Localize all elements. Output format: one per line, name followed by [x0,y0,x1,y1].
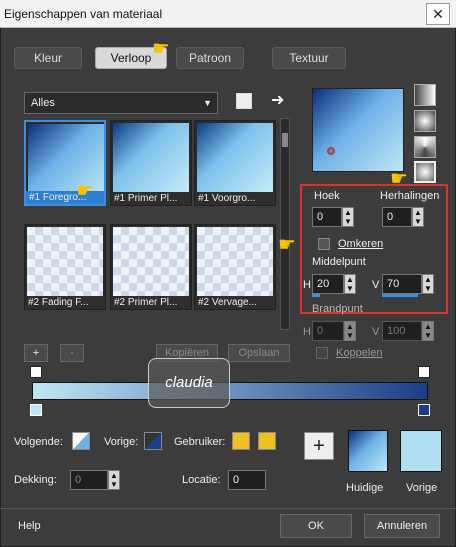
watermark: claudia [148,358,230,408]
koppelen-checkbox[interactable] [316,347,328,359]
hoek-input[interactable]: 0 [312,207,342,227]
brandpunt-label: Brandpunt [312,303,363,315]
h-label: H [303,279,311,291]
list-view-icon[interactable] [236,93,252,109]
gradient-thumb[interactable]: #2 Fading F... [24,224,106,310]
ok-button[interactable]: OK [280,514,352,538]
herhalingen-input[interactable]: 0 [382,207,412,227]
herhalingen-label: Herhalingen [380,190,440,202]
bv-label: V [372,326,380,338]
v-label: V [372,279,380,291]
gradient-preview[interactable] [312,88,404,172]
dekking-spinner[interactable]: ▲ ▼ [108,470,120,490]
vorige-label: Vorige: [104,436,139,448]
top-stop-marker-left[interactable] [30,366,42,378]
gradient-thumb[interactable]: #2 Primer Pl... [110,224,192,310]
middelpunt-h-spinner[interactable]: ▲ ▼ [344,274,356,294]
sunburst-style-button[interactable] [414,136,436,158]
locatie-input[interactable]: 0 [228,470,266,490]
vorige-preview [400,430,442,472]
hoek-spinner[interactable]: ▲ ▼ [342,207,354,227]
scrollbar-thumb[interactable] [282,133,288,147]
koppelen-label: Koppelen [336,347,383,359]
gradient-library: #1 Foregro... #1 Primer Pl... #1 Voorgro… [24,118,280,332]
huidige-label: Huidige [346,482,384,494]
gradient-thumb[interactable]: #1 Primer Pl... [110,120,192,206]
tab-kleur[interactable]: Kleur [14,47,82,69]
pointer-hand-icon: ☛ [152,38,170,60]
hoek-label: Hoek [314,190,340,202]
window-title: Eigenschappen van materiaal [4,7,163,21]
volgende-label: Volgende: [14,436,63,448]
title-bar: Eigenschappen van materiaal ✕ [0,0,456,28]
help-link[interactable]: Help [18,520,41,532]
herhalingen-spinner[interactable]: ▲ ▼ [412,207,424,227]
brandpunt-h-input[interactable]: 0 [312,321,344,341]
arrow-right-icon[interactable]: ➜ [271,90,284,110]
huidige-preview [348,430,388,472]
bottom-stop-marker-left[interactable] [30,404,42,416]
pointer-hand-icon: ☛ [278,234,296,256]
middelpunt-label: Middelpunt [312,256,366,268]
tab-textuur[interactable]: Textuur [272,47,346,69]
gebruiker-swatch[interactable] [232,432,250,450]
footer-divider [0,508,456,509]
gradient-filter-select[interactable]: Alles ▼ [24,92,218,114]
pointer-hand-icon: ☛ [76,180,94,202]
linear-style-button[interactable] [414,84,436,106]
middelpunt-v-spinner[interactable]: ▲ ▼ [422,274,434,294]
omkeren-label: Omkeren [338,238,384,250]
cancel-button[interactable]: Annuleren [364,514,440,538]
top-stop-marker-right[interactable] [418,366,430,378]
vorige2-label: Vorige [406,482,438,494]
close-button[interactable]: ✕ [426,3,450,25]
dekking-input[interactable]: 0 [70,470,108,490]
brandpunt-h-spinner[interactable]: ▲ ▼ [344,321,356,341]
middelpunt-h-input[interactable]: 20 [312,274,344,294]
chevron-down-icon: ▼ [203,98,212,108]
gradient-bar[interactable] [32,382,428,400]
gradient-thumb[interactable]: #1 Voorgro... [194,120,276,206]
volgende-swatch[interactable] [72,432,90,450]
gebruiker-swatch-2[interactable] [258,432,276,450]
scrollbar[interactable] [280,118,290,330]
remove-stop-button[interactable]: - [60,344,84,362]
gradient-thumb[interactable]: #2 Vervage... [194,224,276,310]
middelpunt-v-input[interactable]: 70 [382,274,422,294]
gebruiker-label: Gebruiker: [174,436,226,448]
save-button[interactable]: Opslaan [228,344,290,362]
tab-patroon[interactable]: Patroon [176,47,244,69]
filter-value: Alles [31,97,55,109]
center-point-handle[interactable] [327,147,335,155]
brandpunt-v-input[interactable]: 100 [382,321,422,341]
brandpunt-v-spinner[interactable]: ▲ ▼ [422,321,434,341]
rect-style-button[interactable] [414,161,436,183]
vorige-swatch[interactable] [144,432,162,450]
bh-label: H [303,326,311,338]
add-color-button[interactable]: + [304,432,334,460]
dekking-label: Dekking: [14,474,57,486]
radial-style-button[interactable] [414,110,436,132]
omkeren-checkbox[interactable] [318,238,330,250]
add-stop-button[interactable]: + [24,344,48,362]
middelpunt-h-slider[interactable] [312,294,320,297]
bottom-stop-marker-right[interactable] [418,404,430,416]
locatie-label: Locatie: [182,474,221,486]
middelpunt-v-slider[interactable] [382,294,418,297]
